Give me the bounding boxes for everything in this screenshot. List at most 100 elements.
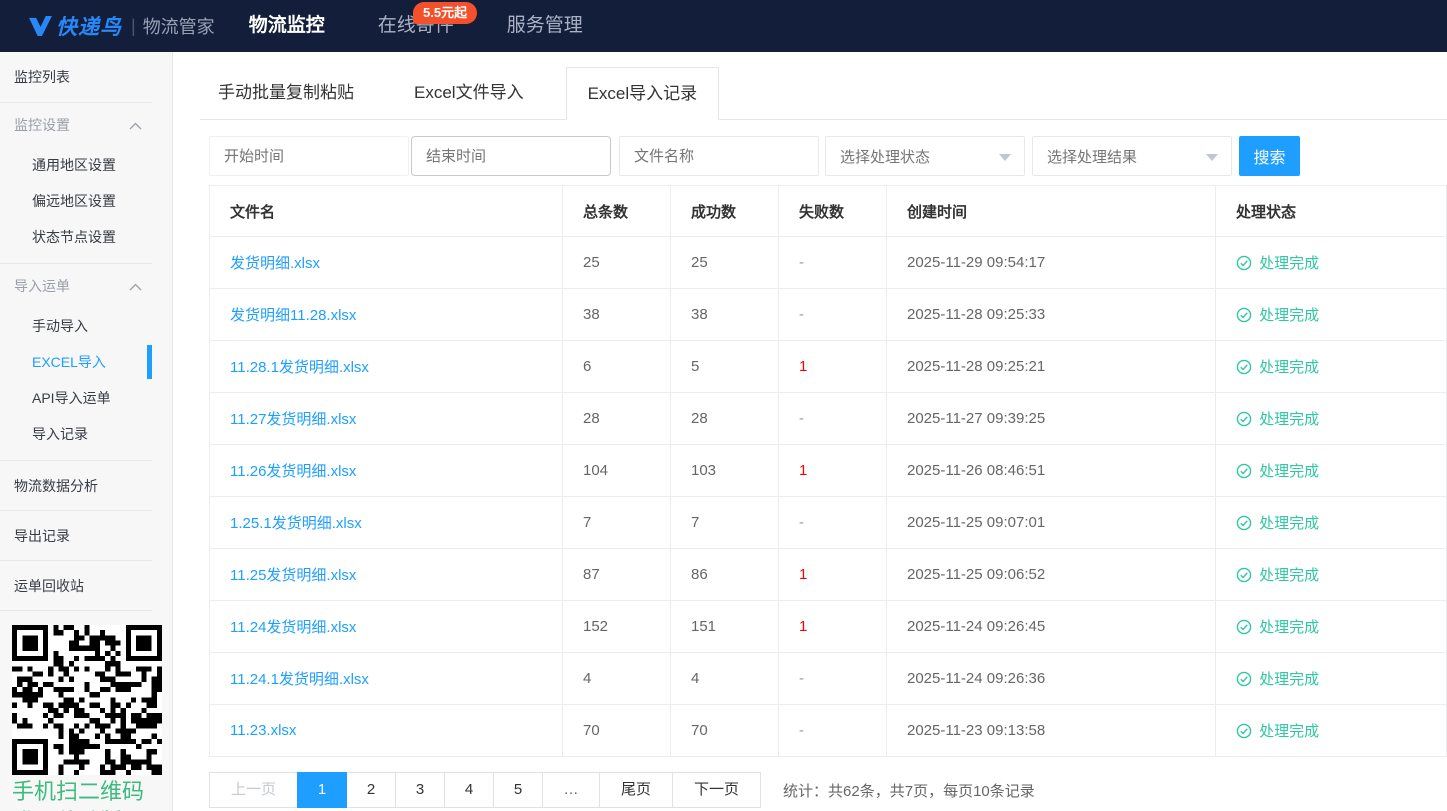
file-link[interactable]: 1.25.1发货明细.xlsx xyxy=(230,515,362,532)
file-link[interactable]: 11.24.1发货明细.xlsx xyxy=(230,671,369,688)
sidebar-item-general-region-settings[interactable]: 通用地区设置 xyxy=(0,147,152,183)
table-row: 11.23.xlsx 70 70 - 2025-11-23 09:13:58 处… xyxy=(209,704,1447,757)
table-row: 11.25发货明细.xlsx 87 86 1 2025-11-25 09:06:… xyxy=(209,548,1447,601)
file-link[interactable]: 发货明细11.28.xlsx xyxy=(230,307,356,324)
price-badge: 5.5元起 xyxy=(413,2,478,24)
success-value: 28 xyxy=(670,392,779,445)
success-value: 5 xyxy=(670,340,779,393)
last-page-button[interactable]: 尾页 xyxy=(599,772,674,808)
sidebar-group-header-import-waybill[interactable]: 导入运单 xyxy=(0,264,152,308)
check-circle-icon xyxy=(1236,567,1259,584)
page-button-2[interactable]: 2 xyxy=(346,772,397,808)
filter-bar: 选择处理状态 选择处理结果 搜索 xyxy=(209,136,1447,176)
table-row: 11.27发货明细.xlsx 28 28 - 2025-11-27 09:39:… xyxy=(209,392,1447,445)
fail-value: - xyxy=(778,392,887,445)
sidebar-item-export-records[interactable]: 导出记录 xyxy=(0,511,152,561)
status-label: 处理完成 xyxy=(1259,671,1320,688)
total-value: 7 xyxy=(562,496,671,549)
page-button-1[interactable]: 1 xyxy=(297,772,348,808)
file-name-input[interactable] xyxy=(619,136,819,176)
status-label: 处理完成 xyxy=(1259,619,1320,636)
group-label: 导入运单 xyxy=(14,278,70,294)
total-value: 87 xyxy=(562,548,671,601)
sidebar-item-remote-region-settings[interactable]: 偏远地区设置 xyxy=(0,183,152,219)
success-value: 25 xyxy=(670,236,779,289)
col-header-file-name: 文件名 xyxy=(209,185,563,237)
file-link[interactable]: 11.27发货明细.xlsx xyxy=(230,411,356,428)
app-logo[interactable]: 快递鸟 | 物流管家 xyxy=(29,11,215,41)
tab-excel-file-import[interactable]: Excel文件导入 xyxy=(396,67,542,119)
table-row: 发货明细.xlsx 25 25 - 2025-11-29 09:54:17 处理… xyxy=(209,236,1447,289)
tab-manual-batch-copy-paste[interactable]: 手动批量复制粘贴 xyxy=(200,67,372,119)
qr-code xyxy=(12,625,162,775)
sidebar-item-excel-import[interactable]: EXCEL导入 xyxy=(0,344,152,380)
check-circle-icon xyxy=(1236,307,1259,324)
created-value: 2025-11-25 09:07:01 xyxy=(886,496,1216,549)
total-value: 104 xyxy=(562,444,671,497)
nav-item-service-management[interactable]: 服务管理 xyxy=(507,0,583,52)
fail-value: - xyxy=(778,288,887,341)
file-link[interactable]: 发货明细.xlsx xyxy=(230,255,320,272)
status-label: 处理完成 xyxy=(1259,723,1320,740)
file-link[interactable]: 11.26发货明细.xlsx xyxy=(230,463,356,480)
sidebar-item-logistics-data-analysis[interactable]: 物流数据分析 xyxy=(0,461,152,511)
created-value: 2025-11-29 09:54:17 xyxy=(886,236,1216,289)
tab-bar: 手动批量复制粘贴 Excel文件导入 Excel导入记录 xyxy=(200,67,1447,120)
status-label: 处理完成 xyxy=(1259,255,1320,272)
check-circle-icon xyxy=(1236,671,1259,688)
page-button-3[interactable]: 3 xyxy=(395,772,446,808)
sidebar-item-waybill-recycle-bin[interactable]: 运单回收站 xyxy=(0,561,152,611)
success-value: 70 xyxy=(670,704,779,757)
success-value: 4 xyxy=(670,652,779,705)
col-header-success: 成功数 xyxy=(670,185,779,237)
sidebar-group-import-waybill: 导入运单 手动导入 EXCEL导入 API导入运单 导入记录 xyxy=(0,264,152,461)
file-link[interactable]: 11.23.xlsx xyxy=(230,722,296,739)
total-value: 70 xyxy=(562,704,671,757)
sidebar-item-import-records[interactable]: 导入记录 xyxy=(0,416,152,452)
file-link[interactable]: 11.24发货明细.xlsx xyxy=(230,619,356,636)
table-row: 11.24.1发货明细.xlsx 4 4 - 2025-11-24 09:26:… xyxy=(209,652,1447,705)
start-time-input[interactable] xyxy=(209,136,409,176)
file-link[interactable]: 11.25发货明细.xlsx xyxy=(230,567,356,584)
end-time-input[interactable] xyxy=(411,136,611,176)
prev-page-button[interactable]: 上一页 xyxy=(209,772,299,808)
page-button-4[interactable]: 4 xyxy=(444,772,495,808)
import-records-table: 文件名 总条数 成功数 失败数 创建时间 处理状态 发货明细.xlsx 25 2… xyxy=(209,185,1447,757)
brand-name: 快递鸟 xyxy=(56,16,122,39)
sidebar-group-header-monitor-settings[interactable]: 监控设置 xyxy=(0,103,152,147)
process-result-select[interactable]: 选择处理结果 xyxy=(1032,136,1232,176)
table-row: 11.28.1发货明细.xlsx 6 5 1 2025-11-28 09:25:… xyxy=(209,340,1447,393)
main-content: 手动批量复制粘贴 Excel文件导入 Excel导入记录 选择处理状态 选择处理… xyxy=(173,52,1447,811)
process-status-select-value: 选择处理状态 xyxy=(840,148,931,166)
search-button[interactable]: 搜索 xyxy=(1239,136,1300,176)
fail-value: 1 xyxy=(778,340,887,393)
page-ellipsis[interactable]: … xyxy=(542,772,601,808)
fail-value: - xyxy=(778,652,887,705)
chevron-up-icon xyxy=(129,117,142,133)
tab-excel-import-records[interactable]: Excel导入记录 xyxy=(565,67,720,120)
check-circle-icon xyxy=(1236,463,1259,480)
caret-down-icon xyxy=(1206,154,1218,161)
sidebar-item-api-import[interactable]: API导入运单 xyxy=(0,380,152,416)
process-status-select[interactable]: 选择处理状态 xyxy=(825,136,1025,176)
next-page-button[interactable]: 下一页 xyxy=(672,772,762,808)
fail-value: - xyxy=(778,496,887,549)
sidebar-group-monitor-settings: 监控设置 通用地区设置 偏远地区设置 状态节点设置 xyxy=(0,103,152,264)
file-link[interactable]: 11.28.1发货明细.xlsx xyxy=(230,359,369,376)
check-circle-icon xyxy=(1236,359,1259,376)
total-value: 152 xyxy=(562,600,671,653)
sidebar-item-manual-import[interactable]: 手动导入 xyxy=(0,308,152,344)
nav-item-logistics-monitoring[interactable]: 物流监控 xyxy=(249,0,325,52)
status-label: 处理完成 xyxy=(1259,567,1320,584)
qr-caption-line1: 手机扫二维码 xyxy=(12,779,145,804)
fail-value: 1 xyxy=(778,600,887,653)
sidebar-item-status-node-settings[interactable]: 状态节点设置 xyxy=(0,219,152,255)
table-header-row: 文件名 总条数 成功数 失败数 创建时间 处理状态 xyxy=(209,185,1447,237)
page-button-5[interactable]: 5 xyxy=(493,772,544,808)
status-label: 处理完成 xyxy=(1259,307,1320,324)
created-value: 2025-11-28 09:25:21 xyxy=(886,340,1216,393)
check-circle-icon xyxy=(1236,255,1259,272)
created-value: 2025-11-28 09:25:33 xyxy=(886,288,1216,341)
success-value: 7 xyxy=(670,496,779,549)
sidebar-item-monitor-list[interactable]: 监控列表 xyxy=(0,52,152,103)
